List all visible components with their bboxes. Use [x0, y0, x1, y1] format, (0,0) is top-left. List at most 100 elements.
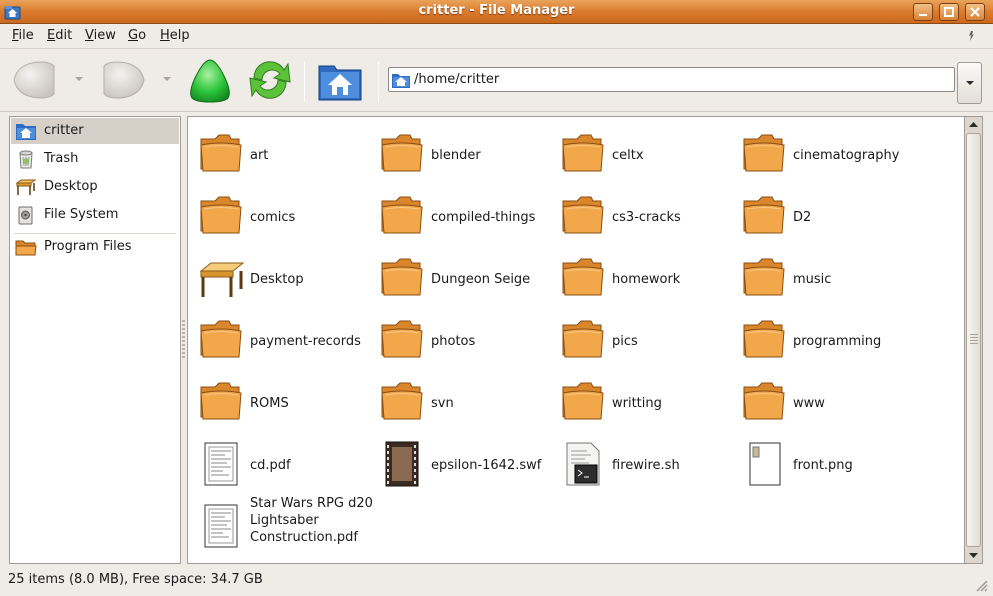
pane-splitter[interactable] [182, 320, 185, 360]
scroll-up-arrow-icon[interactable] [966, 118, 981, 132]
file-item[interactable]: Desktop [191, 245, 372, 305]
sidebar-item-program-files[interactable]: Program Files [11, 234, 179, 260]
file-name-label: comics [250, 210, 296, 225]
folder-item[interactable]: photos [372, 307, 553, 367]
file-item[interactable]: cd.pdf [191, 431, 372, 491]
sidebar-item-file-system[interactable]: File System [11, 202, 179, 228]
close-icon [970, 7, 980, 17]
file-name-label: epsilon-1642.swf [431, 458, 542, 473]
maximize-button[interactable] [939, 3, 959, 21]
scrollbar-thumb[interactable] [966, 133, 981, 547]
back-dropdown-icon[interactable] [74, 76, 84, 82]
folder-item[interactable]: music [734, 245, 915, 305]
video-file-icon [385, 441, 419, 487]
menu-file[interactable]: File [12, 28, 34, 43]
folder-item[interactable]: www [734, 369, 915, 429]
folder-item[interactable]: compiled-things [372, 183, 553, 243]
window-title: critter - File Manager [418, 3, 575, 18]
trash-icon [19, 150, 33, 169]
file-name-label: Star Wars RPG d20 Lightsaber Construction.… [250, 495, 373, 546]
folder-icon [15, 240, 37, 256]
folder-item[interactable]: svn [372, 369, 553, 429]
desktop-icon [15, 179, 37, 195]
sidebar-item-label: Trash [44, 151, 79, 166]
folder-item[interactable]: writting [553, 369, 734, 429]
sidebar-item-desktop[interactable]: Desktop [11, 174, 179, 200]
folder-icon [562, 382, 604, 420]
folder-icon [743, 196, 785, 234]
forward-dropdown-icon[interactable] [162, 76, 172, 82]
file-item[interactable]: Star Wars RPG d20 Lightsaber Construction.… [191, 493, 373, 553]
reload-button[interactable] [246, 56, 294, 108]
minimize-button[interactable] [913, 3, 933, 21]
resize-grip-icon[interactable] [974, 578, 988, 592]
file-name-label: www [793, 396, 825, 411]
folder-item[interactable]: celtx [553, 121, 734, 181]
forward-icon [103, 61, 145, 99]
sidebar-item-label: Program Files [44, 239, 132, 254]
folder-item[interactable]: homework [553, 245, 734, 305]
file-name-label: cs3-cracks [612, 210, 681, 225]
menu-help[interactable]: Help [160, 28, 190, 43]
folder-item[interactable]: payment-records [191, 307, 372, 367]
folder-item[interactable]: cinematography [734, 121, 915, 181]
file-name-label: blender [431, 148, 481, 163]
title-bar[interactable]: critter - File Manager [0, 0, 993, 24]
folder-icon [562, 320, 604, 358]
file-name-label: art [250, 148, 269, 163]
back-button[interactable] [10, 56, 58, 108]
file-name-label: compiled-things [431, 210, 536, 225]
folder-item[interactable]: cs3-cracks [553, 183, 734, 243]
folder-icon [381, 320, 423, 358]
sidebar-item-critter[interactable]: critter [11, 118, 179, 144]
file-name-label: ROMS [250, 396, 289, 411]
file-item[interactable]: epsilon-1642.swf [372, 431, 553, 491]
folder-icon [381, 258, 423, 296]
folder-icon [381, 196, 423, 234]
folder-item[interactable]: D2 [734, 183, 915, 243]
file-name-label: homework [612, 272, 681, 287]
folder-item[interactable]: Dungeon Seige [372, 245, 553, 305]
vertical-scrollbar[interactable] [964, 116, 983, 564]
menu-bar: File Edit View Go Help [0, 24, 993, 49]
scrollbar-grip [970, 334, 978, 344]
close-button[interactable] [965, 3, 985, 21]
scroll-down-arrow-icon[interactable] [966, 548, 981, 562]
up-button[interactable] [186, 56, 234, 108]
folder-item[interactable]: comics [191, 183, 372, 243]
folder-item[interactable]: blender [372, 121, 553, 181]
chevron-down-icon [966, 81, 974, 85]
forward-button[interactable] [100, 56, 148, 108]
folder-item[interactable]: pics [553, 307, 734, 367]
minimize-icon [919, 14, 927, 16]
status-bar: 25 items (8.0 MB), Free space: 34.7 GB [0, 567, 993, 596]
file-name-label: photos [431, 334, 476, 349]
home-button[interactable] [316, 56, 364, 108]
file-name-label: firewire.sh [612, 458, 680, 473]
file-name-label: Desktop [250, 272, 304, 287]
sidebar-item-trash[interactable]: Trash [11, 146, 179, 172]
toolbar-separator [304, 62, 305, 102]
file-name-label: front.png [793, 458, 853, 473]
places-sidebar: critter Trash Desktop File System Progra… [9, 116, 181, 564]
menu-edit[interactable]: Edit [47, 28, 72, 43]
up-icon [190, 59, 230, 103]
folder-item[interactable]: programming [734, 307, 915, 367]
image-file-icon [749, 442, 781, 486]
location-bar[interactable]: /home/critter [388, 67, 955, 92]
location-dropdown-button[interactable] [957, 62, 982, 104]
menu-view[interactable]: View [85, 28, 116, 43]
location-path[interactable]: /home/critter [414, 72, 499, 87]
folder-item[interactable]: art [191, 121, 372, 181]
file-item[interactable]: firewire.sh [553, 431, 734, 491]
sidebar-item-label: File System [44, 207, 119, 222]
file-name-label: Dungeon Seige [431, 272, 531, 287]
file-icon-view[interactable]: art blender celtx cinematography comics compi… [187, 116, 964, 564]
status-text: 25 items (8.0 MB), Free space: 34.7 GB [8, 572, 263, 587]
folder-item[interactable]: ROMS [191, 369, 372, 429]
back-icon [13, 61, 55, 99]
file-item[interactable]: front.png [734, 431, 915, 491]
desktop-icon [199, 262, 245, 297]
menu-go[interactable]: Go [128, 28, 146, 43]
file-name-label: D2 [793, 210, 812, 225]
